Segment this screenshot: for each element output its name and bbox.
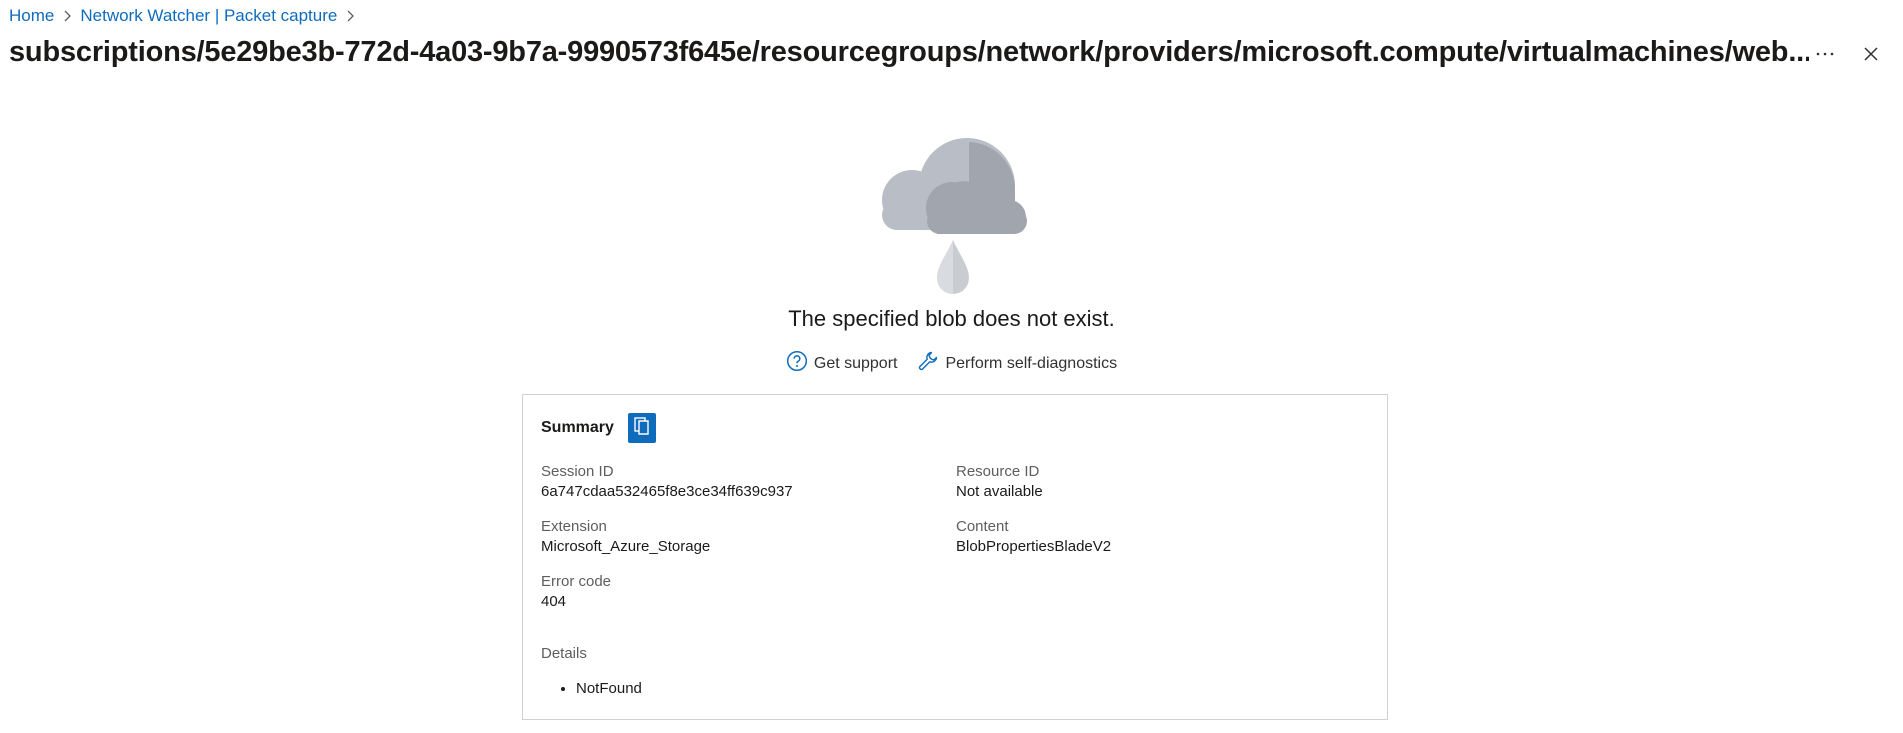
error-code-label: Error code [541, 573, 612, 590]
summary-header: Summary [541, 413, 656, 443]
extension-field: Extension Microsoft_Azure_Storage [541, 518, 710, 555]
error-message: The specified blob does not exist. [788, 306, 1115, 331]
chevron-right-icon [337, 4, 363, 28]
get-support-label: Get support [813, 354, 898, 372]
content-label: Content [956, 518, 1009, 535]
copy-icon [633, 416, 651, 441]
list-item: NotFound [576, 680, 642, 697]
resource-id-value: Not available [956, 483, 1043, 500]
close-icon[interactable] [1859, 42, 1883, 66]
session-id-label: Session ID [541, 463, 614, 480]
resource-id-label: Resource ID [956, 463, 1040, 480]
page-title: subscriptions/5e29be3b-772d-4a03-9b7a-99… [9, 36, 1809, 68]
extension-value: Microsoft_Azure_Storage [541, 538, 711, 555]
title-actions [1813, 42, 1883, 66]
error-actions: Get support Perform self-diagnostics [0, 350, 1903, 377]
session-id-field: Session ID 6a747cdaa532465f8e3ce34ff639c… [541, 463, 793, 500]
resource-id-field: Resource ID Not available [956, 463, 1043, 500]
breadcrumb: Home Network Watcher | Packet capture [9, 4, 363, 28]
more-icon[interactable] [1813, 42, 1837, 66]
wrench-icon [917, 350, 939, 377]
error-code-value: 404 [541, 593, 567, 610]
details-list: NotFound [558, 680, 642, 697]
copy-button[interactable] [627, 413, 656, 443]
content-value: BlobPropertiesBladeV2 [956, 538, 1112, 555]
error-code-field: Error code 404 [541, 573, 611, 610]
summary-title: Summary [541, 419, 614, 436]
details-label: Details [541, 645, 587, 662]
content-field: Content BlobPropertiesBladeV2 [956, 518, 1111, 555]
get-support-link[interactable]: Get support [786, 350, 898, 377]
chevron-right-icon [54, 4, 80, 28]
self-diagnostics-link[interactable]: Perform self-diagnostics [917, 350, 1117, 377]
rain-cloud-icon [877, 138, 1029, 303]
help-circle-icon [786, 350, 808, 377]
summary-panel: Summary Session ID 6a747cdaa532465f8e3ce… [522, 394, 1388, 720]
error-blade: Home Network Watcher | Packet capture su… [0, 0, 1903, 733]
breadcrumb-packet-capture-link[interactable]: Network Watcher | Packet capture [80, 6, 337, 26]
extension-label: Extension [541, 518, 607, 535]
session-id-value: 6a747cdaa532465f8e3ce34ff639c937 [541, 483, 793, 500]
self-diagnostics-label: Perform self-diagnostics [945, 354, 1118, 372]
breadcrumb-home-link[interactable]: Home [9, 6, 54, 26]
